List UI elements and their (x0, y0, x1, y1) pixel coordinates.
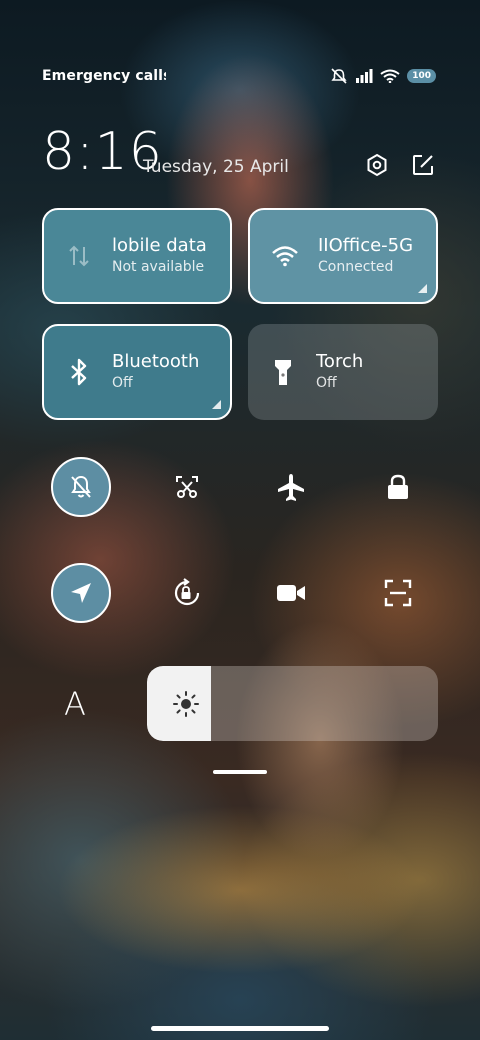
lock-icon (388, 474, 408, 499)
torch-icon (268, 357, 298, 387)
scissors-icon (176, 476, 198, 498)
airplane-icon (278, 474, 304, 501)
mobile-data-title: lobile data (112, 235, 207, 256)
mobile-data-status: Not available (112, 259, 205, 275)
home-indicator[interactable] (151, 1026, 329, 1031)
torch-tile[interactable]: Torch Off (248, 324, 438, 420)
bluetooth-tile[interactable]: Bluetooth Off (42, 324, 232, 420)
bell-off-icon (71, 475, 91, 498)
mobile-data-icon (64, 241, 94, 271)
bluetooth-title: Bluetooth (112, 351, 200, 372)
video-icon (277, 585, 305, 601)
font-size-button[interactable]: A (64, 685, 86, 723)
torch-status: Off (316, 375, 337, 391)
screen-record-toggle[interactable] (261, 563, 321, 623)
status-bar: Emergency calls o 100 (42, 66, 436, 86)
scan-icon (384, 579, 412, 607)
mute-toggle[interactable] (51, 457, 111, 517)
screenshot-toggle[interactable] (157, 457, 217, 517)
wifi-expand-corner (418, 284, 427, 293)
edit-button[interactable] (410, 152, 436, 178)
date: Tuesday, 25 April (143, 157, 289, 177)
bluetooth-expand-corner (212, 400, 221, 409)
brightness-icon (173, 691, 199, 717)
brightness-slider[interactable] (147, 666, 438, 741)
lock-toggle[interactable] (368, 457, 428, 517)
location-icon (71, 583, 91, 603)
emergency-calls-text: Emergency calls o (42, 68, 166, 84)
wifi-status: Connected (318, 259, 394, 275)
settings-button[interactable] (364, 152, 390, 178)
status-icons: 100 (330, 68, 436, 84)
mobile-data-tile[interactable]: lobile data Not available (42, 208, 232, 304)
bluetooth-icon (64, 357, 94, 387)
bluetooth-status: Off (112, 375, 133, 391)
torch-title: Torch (316, 351, 364, 372)
battery-indicator: 100 (407, 69, 436, 83)
wifi-tile[interactable]: IIOffice-5G Connected (248, 208, 438, 304)
rotation-lock-toggle[interactable] (157, 563, 217, 623)
wifi-network-name: IIOffice-5G (318, 235, 414, 256)
edit-icon (413, 155, 433, 175)
signal-icon (356, 69, 373, 83)
location-toggle[interactable] (51, 563, 111, 623)
mute-icon (331, 68, 347, 84)
wifi-tile-icon (270, 241, 300, 271)
panel-drag-handle[interactable] (213, 770, 267, 774)
rotation-lock-icon (174, 578, 200, 606)
scanner-toggle[interactable] (368, 563, 428, 623)
airplane-toggle[interactable] (261, 457, 321, 517)
settings-icon (367, 153, 387, 177)
wifi-icon (380, 69, 400, 83)
